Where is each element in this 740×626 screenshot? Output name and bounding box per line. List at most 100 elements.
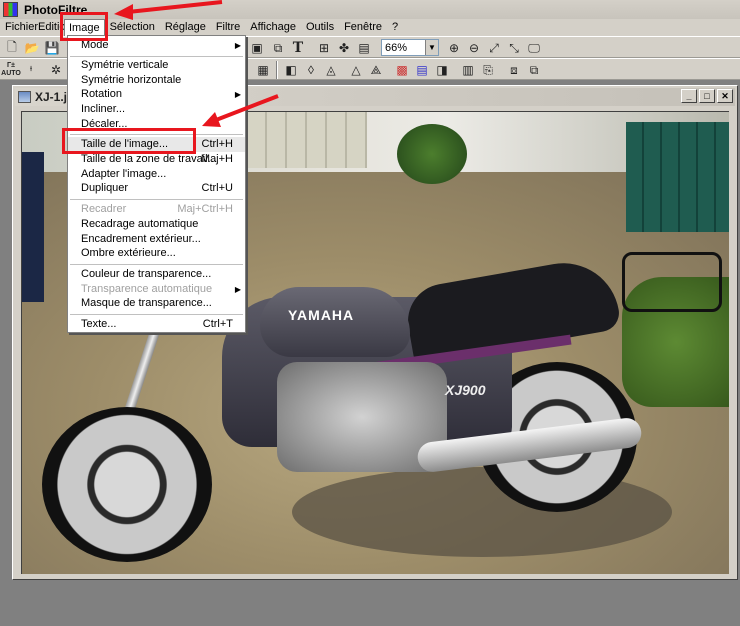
menu-separator <box>70 314 243 315</box>
menuitem-texte[interactable]: Texte... Ctrl+T <box>68 317 245 332</box>
save-file-icon[interactable]: 💾 <box>44 40 60 56</box>
window-buttons: _ □ ✕ <box>681 89 733 103</box>
menuitem-shortcut: Maj+H <box>200 153 233 165</box>
menu-help[interactable]: ? <box>387 19 403 36</box>
photo-bush <box>397 124 467 184</box>
zoom-select[interactable]: 66% ▼ <box>381 39 439 56</box>
menuitem-adapter-image[interactable]: Adapter l'image... <box>68 167 245 182</box>
open-file-icon[interactable]: 📂 <box>24 40 40 56</box>
image-size-icon[interactable]: ▣ <box>249 40 265 56</box>
photo-luggage-rack <box>622 252 722 312</box>
menuitem-recadrer: Recadrer Maj+Ctrl+H <box>68 202 245 217</box>
zoom-in-icon[interactable]: ⊕ <box>446 40 462 56</box>
close-icon[interactable]: ✕ <box>717 89 733 103</box>
menu-reglage[interactable]: Réglage <box>160 19 211 36</box>
auto-contrast-icon[interactable]: ⟊ <box>23 62 39 78</box>
menuitem-label: Recadrer <box>81 203 127 215</box>
photo-model-text: XJ900 <box>445 382 486 398</box>
menuitem-label: Transparence automatique <box>81 283 213 295</box>
menu-fichier[interactable]: Fichier <box>0 19 38 36</box>
menuitem-label: Taille de la zone de travail... <box>81 153 217 165</box>
emboss-icon[interactable]: ⟁ <box>368 62 384 78</box>
menu-filtre[interactable]: Filtre <box>211 19 245 36</box>
image-menu-dropdown: Mode ▶ Symétrie verticale Symétrie horizo… <box>67 35 246 333</box>
auto-label: AUTO <box>1 70 21 77</box>
menuitem-ombre-exterieure[interactable]: Ombre extérieure... <box>68 246 245 261</box>
magic-wand-icon[interactable]: ✲ <box>48 62 64 78</box>
menuitem-symetrie-verticale[interactable]: Symétrie verticale <box>68 58 245 73</box>
menuitem-shortcut: Ctrl+U <box>201 182 233 194</box>
annotation-box-taille-image <box>62 128 196 154</box>
zoom-value: 66% <box>385 41 408 54</box>
menuitem-dupliquer[interactable]: Dupliquer Ctrl+U <box>68 181 245 196</box>
menubar: Fichier Edition Image Sélection Réglage … <box>0 19 740 36</box>
menuitem-label: Encadrement extérieur... <box>81 233 201 245</box>
menuitem-couleur-transparence[interactable]: Couleur de transparence... <box>68 267 245 282</box>
menuitem-encadrement-exterieur[interactable]: Encadrement extérieur... <box>68 232 245 247</box>
photo-car <box>22 152 44 302</box>
image-file-icon <box>18 91 31 103</box>
menu-separator <box>70 56 243 57</box>
photo-garage-door <box>227 112 367 168</box>
submenu-arrow-icon: ▶ <box>234 41 241 50</box>
rgb-icon[interactable]: ▩ <box>394 62 410 78</box>
plugin-icon[interactable]: ✤ <box>336 40 352 56</box>
menu-separator <box>70 199 243 200</box>
frame-icon[interactable]: ⎘ <box>480 62 496 78</box>
menuitem-rotation[interactable]: Rotation ▶ <box>68 87 245 102</box>
chevron-down-icon[interactable]: ▼ <box>425 40 438 55</box>
menuitem-label: Symétrie verticale <box>81 59 169 71</box>
menu-fenetre[interactable]: Fenêtre <box>339 19 387 36</box>
annotation-box-image-menu <box>60 12 108 41</box>
menuitem-shortcut: Maj+Ctrl+H <box>177 203 233 215</box>
menu-separator <box>70 264 243 265</box>
menuitem-label: Incliner... <box>81 103 126 115</box>
menu-selection[interactable]: Sélection <box>105 19 160 36</box>
menuitem-label: Recadrage automatique <box>81 218 199 230</box>
menuitem-taille-zone-travail[interactable]: Taille de la zone de travail... Maj+H <box>68 152 245 167</box>
menuitem-masque-transparence[interactable]: Masque de transparence... <box>68 296 245 311</box>
menu-affichage[interactable]: Affichage <box>245 19 301 36</box>
grid-icon[interactable]: ▦ <box>255 62 271 78</box>
menuitem-label: Dupliquer <box>81 182 129 194</box>
auto-levels-icon[interactable]: Γ± AUTO <box>1 62 21 78</box>
drop-icon[interactable]: ◊ <box>303 62 319 78</box>
app-titlebar: PhotoFiltre <box>0 0 740 19</box>
blur-icon[interactable]: ◬ <box>323 62 339 78</box>
submenu-arrow-icon: ▶ <box>234 90 241 99</box>
flip-icon[interactable]: ◧ <box>283 62 299 78</box>
menuitem-label: Rotation <box>81 88 122 100</box>
menuitem-label: Symétrie horizontale <box>81 74 182 86</box>
zoom-out-icon[interactable]: ⊖ <box>466 40 482 56</box>
fullscreen-icon[interactable]: 🖵 <box>526 40 542 56</box>
menuitem-incliner[interactable]: Incliner... <box>68 102 245 117</box>
fit-window-icon[interactable]: ⤡ <box>506 40 522 56</box>
menuitem-label: Couleur de transparence... <box>81 268 212 280</box>
columns-icon[interactable]: ▥ <box>460 62 476 78</box>
gradient-icon[interactable]: ▤ <box>414 62 430 78</box>
menu-outils[interactable]: Outils <box>301 19 339 36</box>
grayscale-icon[interactable]: ◨ <box>434 62 450 78</box>
photo-front-wheel <box>42 407 212 562</box>
maximize-icon[interactable]: □ <box>699 89 715 103</box>
sharpen-icon[interactable]: △ <box>348 62 364 78</box>
layers-icon[interactable]: ⧈ <box>506 62 522 78</box>
copy-icon[interactable]: ⧉ <box>526 62 542 78</box>
photo-green-gate <box>626 122 729 232</box>
window-icon[interactable]: ▤ <box>356 40 372 56</box>
text-tool-icon[interactable]: T <box>290 40 306 56</box>
canvas-size-icon[interactable]: ⧉ <box>270 40 286 56</box>
menuitem-recadrage-automatique[interactable]: Recadrage automatique <box>68 217 245 232</box>
actual-size-icon[interactable]: ⤢ <box>486 40 502 56</box>
submenu-arrow-icon: ▶ <box>234 285 241 294</box>
toolbar-separator <box>276 61 278 79</box>
menuitem-shortcut: Ctrl+H <box>201 138 233 150</box>
menuitem-label: Masque de transparence... <box>81 297 212 309</box>
new-file-icon[interactable]: 🗋 <box>4 40 20 56</box>
minimize-icon[interactable]: _ <box>681 89 697 103</box>
menuitem-symetrie-horizontale[interactable]: Symétrie horizontale <box>68 73 245 88</box>
browser-icon[interactable]: ⊞ <box>316 40 332 56</box>
menuitem-label: Adapter l'image... <box>81 168 167 180</box>
menuitem-transparence-automatique: Transparence automatique ▶ <box>68 282 245 297</box>
photo-brand-text: YAMAHA <box>288 307 355 323</box>
